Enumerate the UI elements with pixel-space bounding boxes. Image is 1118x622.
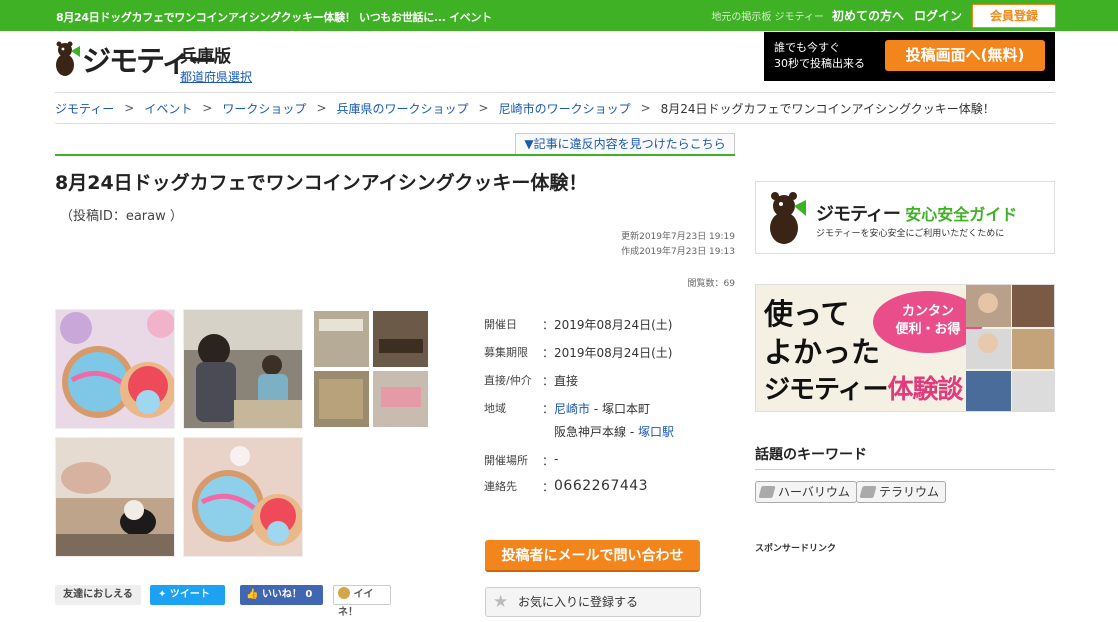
guide-subtitle: ジモティーを安心安全にご利用いただくために xyxy=(816,229,1005,239)
title-divider xyxy=(55,154,735,156)
contact-mail-button[interactable]: 投稿者にメールで問い合わせ xyxy=(485,540,700,572)
cookie-photo-image-2 xyxy=(184,438,302,556)
date-value: 2019年08月24日(土) xyxy=(554,318,673,332)
photo-cookies-1[interactable] xyxy=(55,309,175,429)
keywords-divider xyxy=(755,469,1055,470)
venue-label: 開催場所 xyxy=(484,454,528,467)
breadcrumb-home[interactable]: ジモティー xyxy=(55,100,114,117)
view-count: 閲覧数：69 xyxy=(687,279,735,289)
direct-value: 直接 xyxy=(554,374,579,388)
keyword-tag[interactable]: テラリウム xyxy=(856,481,947,503)
keywords-title: 話題のキーワード xyxy=(755,447,867,463)
deadline-label: 募集期限 xyxy=(484,346,528,359)
banner-suffix: 体験談 xyxy=(887,375,963,405)
venue-value: - xyxy=(554,452,559,466)
banner-line1: 使って xyxy=(764,297,850,331)
mascot-icon xyxy=(56,41,80,76)
page-title: 8月24日ドッグカフェでワンコインアイシングクッキー体験！ xyxy=(55,172,588,194)
mixi-icon xyxy=(338,587,350,599)
station-link[interactable]: 塚口駅 xyxy=(638,425,674,439)
workshop-photo-image xyxy=(184,310,302,428)
post-button[interactable]: 投稿画面へ(無料) xyxy=(885,40,1045,71)
breadcrumb-amagasaki-workshop[interactable]: 尼崎市のワークショップ xyxy=(499,100,631,117)
tweet-button[interactable]: ✦ ツイート xyxy=(150,585,225,605)
banner-people-image xyxy=(966,285,1054,411)
report-violation-link[interactable]: ▼記事に違反内容を見つけたらこちら xyxy=(515,133,735,155)
login-link[interactable]: ログイン xyxy=(914,7,962,24)
guide-brand: ジモティー xyxy=(816,204,901,225)
star-icon: ★ xyxy=(493,592,509,612)
prefecture-name: 兵庫版 xyxy=(180,47,231,67)
post-id: （投稿ID：earaw ） xyxy=(60,209,183,224)
mascot-icon xyxy=(770,192,806,244)
photo-workshop[interactable] xyxy=(183,309,303,429)
train-line: 阪急神戸本線 xyxy=(554,425,627,439)
dog-photo-image xyxy=(56,438,174,556)
breadcrumb-hyogo-workshop[interactable]: 兵庫県のワークショップ xyxy=(337,100,469,117)
first-time-link[interactable]: 初めての方へ xyxy=(832,7,904,24)
photo-dog[interactable] xyxy=(55,437,175,557)
updated-date: 更新2019年7月23日 19:19 xyxy=(621,232,735,242)
created-date: 作成2019年7月23日 19:13 xyxy=(621,247,735,257)
register-button[interactable]: 会員登録 xyxy=(972,3,1056,28)
area-detail: - 塚口本町 xyxy=(590,402,650,416)
cafe-collage-image xyxy=(313,309,433,429)
direct-label: 直接/仲介 xyxy=(484,374,532,387)
testimonial-banner[interactable]: 使って よかった ジモティー体験談 カンタン 便利・お得 xyxy=(755,284,1055,412)
top-bar: 8月24日ドッグカフェでワンコインアイシングクッキー体験！ いつもお世話に...… xyxy=(0,0,1118,31)
prefecture-select-link[interactable]: 都道府県選択 xyxy=(180,68,252,85)
favorite-button[interactable]: ★ お気に入りに登録する xyxy=(485,587,701,617)
area-city-link[interactable]: 尼崎市 xyxy=(554,402,590,416)
mixi-button[interactable]: イイネ！ xyxy=(333,585,391,618)
favorite-label: お気に入りに登録する xyxy=(518,595,639,609)
tag-icon xyxy=(758,486,776,498)
cookie-photo-image xyxy=(56,310,174,428)
top-headline: 8月24日ドッグカフェでワンコインアイシングクッキー体験！ いつもお世話に...… xyxy=(56,11,492,24)
keyword-tag[interactable]: ハーバリウム xyxy=(755,481,857,503)
banner-brand: ジモティー xyxy=(764,375,888,405)
area-label: 地域 xyxy=(484,402,506,415)
breadcrumb: ジモティー > イベント > ワークショップ > 兵庫県のワークショップ > 尼… xyxy=(55,92,1055,124)
photo-cookies-2[interactable] xyxy=(183,437,303,557)
safety-guide-banner[interactable]: ジモティー 安心安全ガイド ジモティーを安心安全にご利用いただくために xyxy=(755,181,1055,254)
contact-value: 0662267443 xyxy=(554,478,649,494)
tag-icon xyxy=(859,486,877,498)
breadcrumb-workshop[interactable]: ワークショップ xyxy=(222,100,306,117)
post-promo-line2: 30秒で投稿出来る xyxy=(774,57,865,70)
date-label: 開催日 xyxy=(484,318,517,331)
twitter-icon: ✦ xyxy=(158,589,167,600)
share-label: 友達におしえる xyxy=(55,585,141,605)
breadcrumb-current: 8月24日ドッグカフェでワンコインアイシングクッキー体験！ xyxy=(660,101,995,116)
facebook-like-button[interactable]: 👍 いいね！ 0 xyxy=(240,585,323,605)
banner-line2: よかった xyxy=(764,335,881,369)
deadline-value: 2019年08月24日(土) xyxy=(554,346,673,360)
sponsored-links-label: スポンサードリンク xyxy=(755,544,837,554)
post-promo-line1: 誰でも今すぐ xyxy=(774,41,840,54)
site-label: 地元の掲示板 ジモティー xyxy=(711,12,824,23)
thumbs-up-icon: 👍 xyxy=(246,589,259,600)
guide-title: 安心安全ガイド xyxy=(905,205,1018,224)
post-promo: 誰でも今すぐ 30秒で投稿出来る 投稿画面へ(無料) xyxy=(764,32,1055,81)
breadcrumb-event[interactable]: イベント xyxy=(144,100,192,117)
contact-label: 連絡先 xyxy=(484,480,517,493)
photo-cafe-collage[interactable] xyxy=(313,309,433,429)
